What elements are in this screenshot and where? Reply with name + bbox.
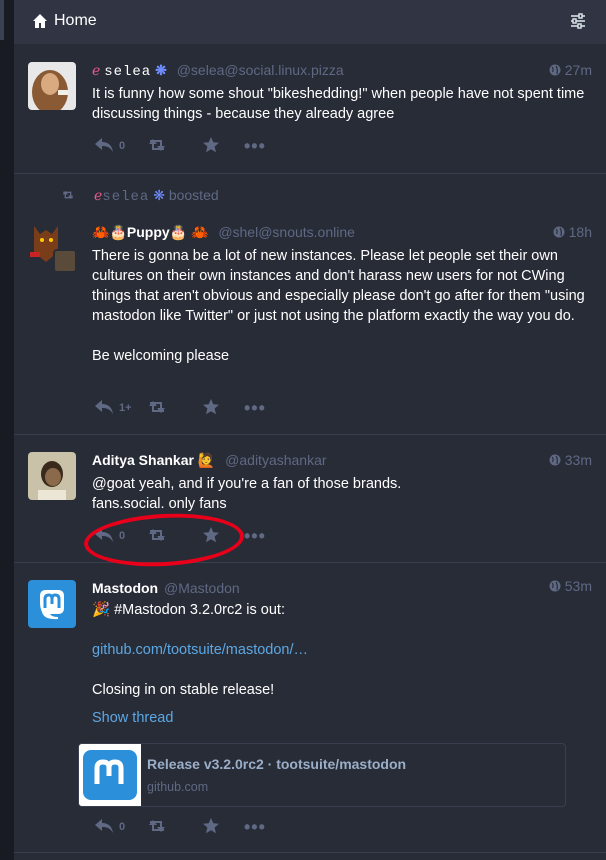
paragraph: There is gonna be a lot of new instances…: [92, 248, 585, 324]
globe-icon: [549, 580, 561, 592]
account-handle: @adityashankar: [225, 452, 327, 468]
more-icon[interactable]: •••: [244, 137, 266, 155]
star-icon: [203, 399, 219, 415]
column-header[interactable]: Home: [14, 0, 606, 44]
more-icon[interactable]: •••: [244, 527, 266, 545]
status-line: @goat yeah, and if you're a fan of those…: [92, 476, 402, 492]
reply-count: 1+: [119, 402, 132, 414]
display-name-text: selea: [104, 64, 152, 80]
avatar[interactable]: [28, 222, 77, 274]
boosted-label: boosted: [168, 187, 219, 203]
status-line: Closing in on stable release!: [92, 682, 275, 698]
display-name-text: Mastodon: [92, 580, 159, 596]
avatar[interactable]: [28, 62, 76, 110]
reply-count: 0: [119, 821, 126, 833]
card-host: github.com: [147, 780, 209, 794]
boost-button[interactable]: [146, 817, 168, 837]
boost-button[interactable]: [146, 136, 168, 156]
booster-name[interactable]: selea: [102, 189, 149, 205]
reply-button[interactable]: [94, 136, 114, 156]
link-preview-card[interactable]: Release v3.2.0rc2 · tootsuite/mastodon g…: [78, 743, 566, 807]
status-link[interactable]: github.com/tootsuite/mastodon/…: [92, 642, 308, 658]
account-handle: @selea@social.linux.pizza: [176, 62, 344, 78]
avatar[interactable]: [28, 580, 76, 628]
status-time[interactable]: 18h: [553, 224, 592, 240]
boost-indicator: ℯselea ❋ boosted: [14, 186, 606, 206]
display-name[interactable]: Aditya Shankar 🙋 @adityashankar: [92, 452, 327, 469]
avatar[interactable]: [28, 452, 76, 500]
status-line: #Mastodon 3.2.0rc2 is out:: [114, 602, 285, 618]
retweet-icon: [149, 820, 165, 832]
reply-count: 0: [119, 140, 126, 152]
favourite-button[interactable]: [202, 136, 220, 156]
reply-icon: [95, 138, 113, 152]
globe-icon: [549, 64, 561, 76]
globe-icon: [549, 454, 561, 466]
status-content: @goat yeah, and if you're a fan of those…: [92, 474, 592, 514]
account-handle: @Mastodon: [164, 580, 240, 596]
favourite-button[interactable]: [202, 398, 220, 418]
status-content: 🎉 #Mastodon 3.2.0rc2 is out: github.com/…: [92, 600, 592, 728]
reply-icon: [95, 819, 113, 833]
show-thread-link[interactable]: Show thread: [92, 708, 592, 728]
boost-button[interactable]: [146, 398, 168, 418]
display-name-text: Aditya Shankar: [92, 452, 194, 468]
card-thumbnail: [79, 744, 141, 806]
card-title: Release v3.2.0rc2 · tootsuite/mastodon: [147, 756, 407, 772]
display-name[interactable]: 🦀🎂Puppy🎂 🦀 @shel@snouts.online: [92, 224, 355, 241]
paragraph: Be welcoming please: [92, 348, 230, 364]
status-content: There is gonna be a lot of new instances…: [92, 246, 592, 386]
account-handle: @shel@snouts.online: [218, 224, 355, 240]
reply-button[interactable]: [94, 398, 114, 418]
retweet-icon: [149, 139, 165, 151]
retweet-icon: [62, 191, 74, 199]
reply-button[interactable]: [94, 817, 114, 837]
globe-icon: [553, 226, 565, 238]
status-content: It is funny how some shout "bikeshedding…: [92, 86, 585, 122]
display-name-text: Puppy: [126, 224, 170, 240]
star-icon: [203, 818, 219, 834]
column-title: Home: [54, 12, 97, 29]
display-name[interactable]: ℯ selea ❋ @selea@social.linux.pizza: [92, 62, 344, 80]
party-popper-icon: 🎉: [92, 602, 111, 618]
display-name[interactable]: Mastodon @Mastodon: [92, 580, 240, 596]
status-time[interactable]: 27m: [549, 62, 592, 78]
favourite-button[interactable]: [202, 817, 220, 837]
reply-icon: [95, 400, 113, 414]
more-icon[interactable]: •••: [244, 818, 266, 836]
status-item[interactable]: ℯ selea ❋ @selea@social.linux.pizza 27m …: [14, 44, 606, 174]
status-item[interactable]: Mastodon @Mastodon 53m 🎉 #Mastodon 3.2.0…: [14, 563, 606, 853]
retweet-icon: [149, 401, 165, 413]
status-item[interactable]: 🦀🎂Puppy🎂 🦀 @shel@snouts.online 18h There…: [14, 208, 606, 435]
status-time[interactable]: 33m: [549, 452, 592, 468]
status-line: fans.social. only fans: [92, 496, 227, 512]
left-strip: [0, 0, 4, 40]
more-icon[interactable]: •••: [244, 399, 266, 417]
star-icon: [203, 137, 219, 153]
sliders-icon[interactable]: [570, 13, 586, 29]
status-time[interactable]: 53m: [549, 578, 592, 594]
home-icon: [33, 14, 47, 28]
